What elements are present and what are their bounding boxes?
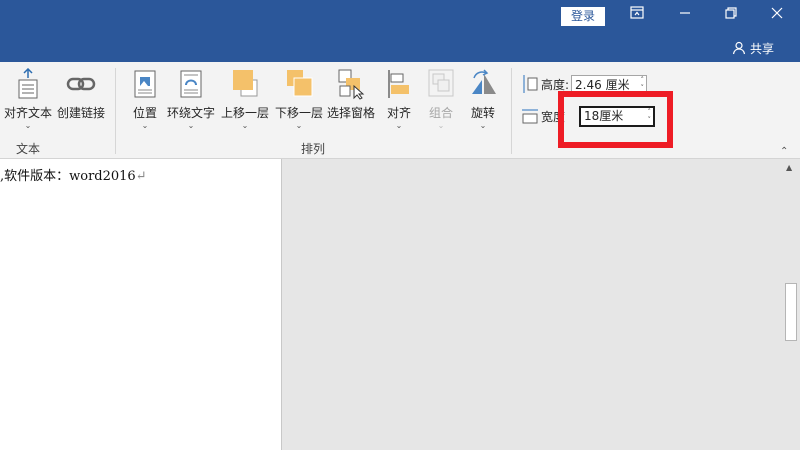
wrap-text-icon <box>174 66 208 102</box>
share-label: 共享 <box>750 41 775 56</box>
group-label: 组合 <box>428 106 453 120</box>
minimize-button[interactable] <box>670 6 700 26</box>
bring-forward-button[interactable]: 上移一层 ⌄ <box>220 66 270 138</box>
align-text-icon <box>11 66 45 102</box>
group-separator <box>115 68 116 154</box>
scrollbar-thumb[interactable] <box>785 283 797 341</box>
width-icon <box>522 108 538 123</box>
ribbon: 对齐文本 ⌄ 创建链接 文本 位置 ⌄ 环绕文字 ⌄ 上移一层 ⌄ 下移一层 ⌄… <box>0 62 800 159</box>
paragraph-mark: ↵ <box>135 169 147 184</box>
align-button[interactable]: 对齐 ⌄ <box>382 66 416 138</box>
send-backward-button[interactable]: 下移一层 ⌄ <box>274 66 324 138</box>
height-icon <box>523 75 538 93</box>
restore-button[interactable] <box>716 6 746 26</box>
position-label: 位置 <box>132 106 157 120</box>
chevron-down-icon: ⌄ <box>479 121 487 130</box>
person-icon <box>732 41 746 55</box>
document-page[interactable]: ,软件版本：word2016↵ <box>0 159 282 450</box>
vertical-scrollbar[interactable]: ▲ <box>782 159 800 450</box>
bring-forward-icon <box>228 66 262 102</box>
chevron-down-icon: ⌄ <box>141 121 149 130</box>
create-link-label: 创建链接 <box>56 106 105 120</box>
text-group-label: 文本 <box>16 142 41 156</box>
restore-icon <box>725 7 737 19</box>
bring-forward-label: 上移一层 <box>220 106 269 120</box>
wrap-text-label: 环绕文字 <box>166 106 215 120</box>
selection-pane-icon <box>334 66 368 102</box>
group-button[interactable]: 组合 ⌄ <box>424 66 458 138</box>
title-bar: 登录 共享 <box>0 0 800 62</box>
highlight-box <box>558 91 673 148</box>
spinner-arrows-icon[interactable]: ˄ ˅ <box>641 76 645 92</box>
document-text-line: ,软件版本：word2016↵ <box>0 165 147 184</box>
align-text-button[interactable]: 对齐文本 ⌄ <box>4 66 52 138</box>
chevron-down-icon: ⌄ <box>241 121 249 130</box>
chevron-down-icon: ⌄ <box>187 121 195 130</box>
link-icon <box>64 66 98 102</box>
align-text-label: 对齐文本 <box>4 106 53 120</box>
wrap-text-button[interactable]: 环绕文字 ⌄ <box>166 66 216 138</box>
chevron-down-icon: ⌄ <box>24 121 32 130</box>
position-button[interactable]: 位置 ⌄ <box>128 66 162 138</box>
send-backward-label: 下移一层 <box>274 106 323 120</box>
selection-pane-button[interactable]: 选择窗格 <box>326 66 376 138</box>
ribbon-display-options-button[interactable] <box>622 6 652 26</box>
minimize-icon <box>680 12 690 14</box>
ribbon-display-icon <box>630 6 644 19</box>
align-label: 对齐 <box>386 106 411 120</box>
chevron-down-icon: ⌄ <box>295 121 303 130</box>
group-icon <box>424 66 458 102</box>
height-label: 高度: <box>541 77 570 92</box>
close-icon <box>771 7 783 19</box>
selection-pane-label: 选择窗格 <box>326 106 375 120</box>
close-button[interactable] <box>762 6 792 26</box>
login-button[interactable]: 登录 <box>561 7 605 26</box>
rotate-label: 旋转 <box>470 106 495 120</box>
rotate-button[interactable]: 旋转 ⌄ <box>466 66 500 138</box>
position-icon <box>128 66 162 102</box>
chevron-down-icon: ⌄ <box>437 121 445 130</box>
create-link-button[interactable]: 创建链接 <box>56 66 106 138</box>
arrange-group-label: 排列 <box>301 142 326 156</box>
shape-height-value: 2.46 厘米 <box>575 77 630 92</box>
send-backward-icon <box>282 66 316 102</box>
rotate-icon <box>466 66 500 102</box>
collapse-ribbon-icon[interactable]: ⌃ <box>780 146 788 157</box>
group-separator <box>511 68 512 154</box>
document-text: ,软件版本：word2016 <box>0 169 136 184</box>
share-button[interactable]: 共享 <box>732 38 774 58</box>
align-icon <box>382 66 416 102</box>
scroll-up-icon[interactable]: ▲ <box>786 163 792 172</box>
chevron-down-icon: ⌄ <box>395 121 403 130</box>
